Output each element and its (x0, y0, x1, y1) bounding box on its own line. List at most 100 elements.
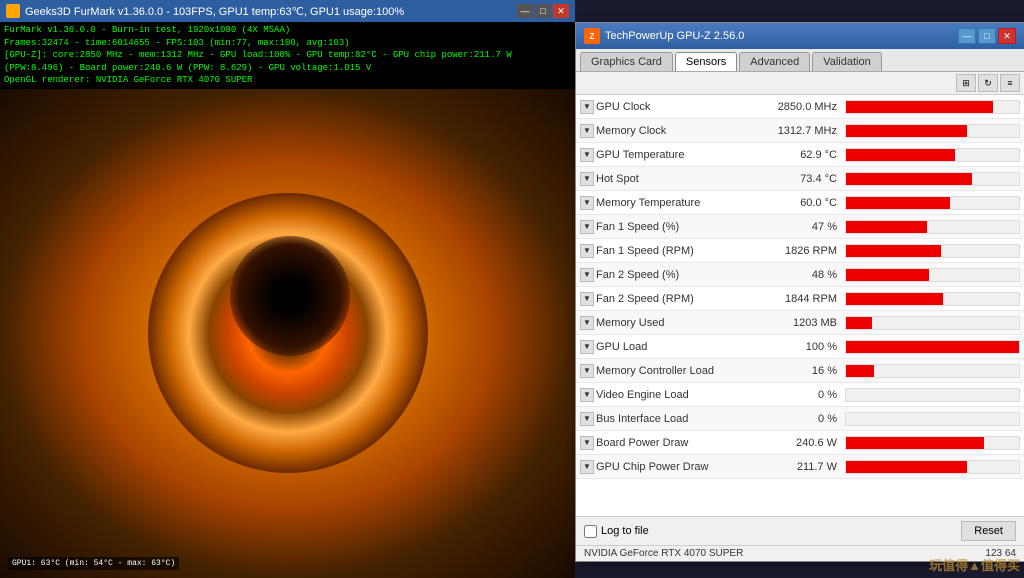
sensor-bar-container (845, 460, 1020, 474)
furmark-minimize-button[interactable]: — (517, 4, 533, 18)
sensor-dropdown-btn[interactable]: ▼ (580, 268, 594, 282)
gpuz-gpu-name: NVIDIA GeForce RTX 4070 SUPER (584, 548, 743, 559)
tab-advanced[interactable]: Advanced (739, 52, 810, 71)
sensor-dropdown-btn[interactable]: ▼ (580, 100, 594, 114)
sensor-name: ▼ GPU Clock (580, 100, 760, 114)
furmark-canvas: GPU1: 63°C (min: 54°C - max: 63°C) (0, 89, 575, 578)
sensor-bar (846, 461, 967, 473)
sensor-row: ▼ Memory Temperature 60.0 °C (576, 191, 1024, 215)
sensor-dropdown-btn[interactable]: ▼ (580, 412, 594, 426)
log-to-file-container: Log to file (584, 525, 649, 538)
furmark-info: FurMark v1.36.0.0 - Burn-in test, 1920x1… (0, 22, 575, 89)
gpuz-tabs: Graphics Card Sensors Advanced Validatio… (576, 49, 1024, 72)
sensor-value: 100 % (760, 341, 845, 353)
gpuz-titlebar-left: Z TechPowerUp GPU-Z 2.56.0 (584, 28, 744, 44)
tab-sensors[interactable]: Sensors (675, 52, 737, 71)
sensor-value: 48 % (760, 269, 845, 281)
sensor-bar (846, 293, 943, 305)
sensor-value: 16 % (760, 365, 845, 377)
sensor-value: 0 % (760, 389, 845, 401)
sensor-bar (846, 101, 993, 113)
sensor-name: ▼ Memory Clock (580, 124, 760, 138)
sensor-value: 1844 RPM (760, 293, 845, 305)
sensor-row: ▼ GPU Chip Power Draw 211.7 W (576, 455, 1024, 479)
sensor-bar-container (845, 292, 1020, 306)
sensor-name: ▼ Fan 1 Speed (%) (580, 220, 760, 234)
grid-icon-button[interactable]: ⊞ (956, 74, 976, 92)
sensor-dropdown-btn[interactable]: ▼ (580, 292, 594, 306)
furmark-title: Geeks3D FurMark v1.36.0.0 - 103FPS, GPU1… (25, 5, 404, 18)
sensor-dropdown-btn[interactable]: ▼ (580, 172, 594, 186)
gpuz-maximize-button[interactable]: □ (978, 28, 996, 44)
sensor-dropdown-btn[interactable]: ▼ (580, 220, 594, 234)
sensor-bar (846, 269, 929, 281)
gpuz-minimize-button[interactable]: — (958, 28, 976, 44)
gpuz-controls: — □ ✕ (958, 28, 1016, 44)
gpuz-sensors-list: ▼ GPU Clock 2850.0 MHz ▼ Memory Clock 13… (576, 95, 1024, 516)
reset-button[interactable]: Reset (961, 521, 1016, 541)
sensor-name: ▼ GPU Chip Power Draw (580, 460, 760, 474)
sensor-bar-container (845, 244, 1020, 258)
sensor-row: ▼ Fan 1 Speed (%) 47 % (576, 215, 1024, 239)
sensor-bar (846, 365, 874, 377)
furmark-close-button[interactable]: ✕ (553, 4, 569, 18)
sensor-bar (846, 173, 972, 185)
sensor-dropdown-btn[interactable]: ▼ (580, 124, 594, 138)
sensor-row: ▼ Fan 1 Speed (RPM) 1826 RPM (576, 239, 1024, 263)
sensor-value: 211.7 W (760, 461, 845, 473)
sensor-bar (846, 221, 927, 233)
furmark-maximize-button[interactable]: □ (535, 4, 551, 18)
gpuz-title: TechPowerUp GPU-Z 2.56.0 (605, 30, 744, 42)
sensor-row: ▼ Hot Spot 73.4 °C (576, 167, 1024, 191)
furmark-titlebar: Geeks3D FurMark v1.36.0.0 - 103FPS, GPU1… (0, 0, 575, 22)
sensor-row: ▼ Memory Used 1203 MB (576, 311, 1024, 335)
sensor-dropdown-btn[interactable]: ▼ (580, 340, 594, 354)
tab-validation[interactable]: Validation (812, 52, 882, 71)
sensor-bar (846, 341, 1019, 353)
sensor-name: ▼ Board Power Draw (580, 436, 760, 450)
sensor-row: ▼ Memory Clock 1312.7 MHz (576, 119, 1024, 143)
log-to-file-label: Log to file (601, 525, 649, 537)
sensor-bar (846, 317, 872, 329)
sensor-value: 1203 MB (760, 317, 845, 329)
sensor-row: ▼ Memory Controller Load 16 % (576, 359, 1024, 383)
sensor-name: ▼ Memory Temperature (580, 196, 760, 210)
sensor-dropdown-btn[interactable]: ▼ (580, 436, 594, 450)
log-to-file-checkbox[interactable] (584, 525, 597, 538)
sensor-bar-container (845, 412, 1020, 426)
sensor-name: ▼ Fan 2 Speed (%) (580, 268, 760, 282)
sensor-bar (846, 437, 984, 449)
sensor-name: ▼ GPU Load (580, 340, 760, 354)
sensor-bar (846, 245, 941, 257)
sensor-dropdown-btn[interactable]: ▼ (580, 148, 594, 162)
sensor-value: 0 % (760, 413, 845, 425)
gpuz-toolbar: ⊞ ↻ ≡ (576, 72, 1024, 95)
sensor-name: ▼ Hot Spot (580, 172, 760, 186)
sensor-name: ▼ Video Engine Load (580, 388, 760, 402)
gpuz-footer: Log to file Reset (576, 516, 1024, 545)
watermark: 玩值得▲值得买 (929, 555, 1020, 574)
sensor-bar-container (845, 340, 1020, 354)
sensor-name: ▼ Bus Interface Load (580, 412, 760, 426)
sensor-dropdown-btn[interactable]: ▼ (580, 388, 594, 402)
sensor-dropdown-btn[interactable]: ▼ (580, 460, 594, 474)
sensor-row: ▼ GPU Load 100 % (576, 335, 1024, 359)
sensor-value: 73.4 °C (760, 173, 845, 185)
sensor-row: ▼ Video Engine Load 0 % (576, 383, 1024, 407)
sensor-bar-container (845, 364, 1020, 378)
tab-graphics-card[interactable]: Graphics Card (580, 52, 673, 71)
sensor-dropdown-btn[interactable]: ▼ (580, 196, 594, 210)
furmark-overlay-text: GPU1: 63°C (min: 54°C - max: 63°C) (8, 557, 179, 570)
gpuz-close-button[interactable]: ✕ (998, 28, 1016, 44)
sensor-value: 47 % (760, 221, 845, 233)
sensor-row: ▼ Fan 2 Speed (RPM) 1844 RPM (576, 287, 1024, 311)
sensor-name: ▼ Memory Used (580, 316, 760, 330)
sensor-dropdown-btn[interactable]: ▼ (580, 316, 594, 330)
sensor-row: ▼ Bus Interface Load 0 % (576, 407, 1024, 431)
sensor-value: 62.9 °C (760, 149, 845, 161)
refresh-icon-button[interactable]: ↻ (978, 74, 998, 92)
sensor-value: 1826 RPM (760, 245, 845, 257)
sensor-dropdown-btn[interactable]: ▼ (580, 244, 594, 258)
menu-icon-button[interactable]: ≡ (1000, 74, 1020, 92)
sensor-dropdown-btn[interactable]: ▼ (580, 364, 594, 378)
